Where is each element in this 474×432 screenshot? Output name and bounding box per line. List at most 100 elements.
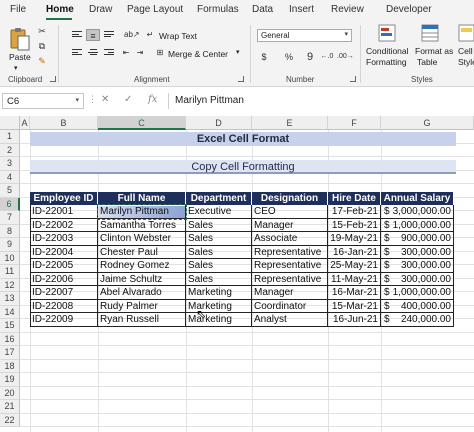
row-header-12[interactable]: 12 [0, 278, 20, 292]
tab-page-layout[interactable]: Page Layout [127, 4, 183, 15]
cell-employee-id[interactable]: ID-22005 [30, 259, 98, 273]
orientation-icon[interactable]: ab↗ [124, 29, 140, 41]
header-annual-salary[interactable]: Annual Salary [381, 192, 454, 205]
format-as-table-button-line2[interactable]: Table [417, 57, 437, 67]
cell-employee-id[interactable]: ID-22007 [30, 286, 98, 300]
cell-annual-salary[interactable]: $400,000.00 [381, 299, 454, 313]
paste-label[interactable]: Paste [9, 52, 31, 62]
cell-designation[interactable]: Coordinator [252, 299, 328, 313]
cell-department[interactable]: Executive [186, 205, 252, 219]
align-top-icon[interactable] [72, 31, 82, 40]
cell-employee-id[interactable]: ID-22009 [30, 313, 98, 327]
cell-department[interactable]: Sales [186, 259, 252, 273]
formula-input[interactable]: Marilyn Pittman [168, 93, 474, 109]
cell-full-name[interactable]: Clinton Webster [98, 232, 186, 246]
row-header-21[interactable]: 21 [0, 400, 20, 414]
tab-home[interactable]: Home [46, 4, 74, 15]
cell-hire-date[interactable]: 25-May-21 [328, 259, 381, 273]
row-header-3[interactable]: 3 [0, 157, 20, 171]
column-header-d[interactable]: D [186, 116, 252, 130]
paste-icon[interactable] [9, 26, 31, 52]
cell-designation[interactable]: Manager [252, 286, 328, 300]
cell-full-name[interactable]: Marilyn Pittman [98, 205, 186, 219]
clipboard-launcher-icon[interactable] [50, 76, 56, 82]
conditional-formatting-button-line2[interactable]: Formatting [366, 57, 407, 67]
cell-hire-date[interactable]: 15-Mar-21 [328, 299, 381, 313]
align-left-icon[interactable] [72, 49, 82, 58]
cell-styles-button-line2[interactable]: Styles [458, 57, 474, 67]
row-header-16[interactable]: 16 [0, 332, 20, 346]
cell-full-name[interactable]: Chester Paul [98, 245, 186, 259]
header-hire-date[interactable]: Hire Date [328, 192, 381, 205]
cell-annual-salary[interactable]: $1,000,000.00 [381, 286, 454, 300]
cell-annual-salary[interactable]: $300,000.00 [381, 272, 454, 286]
cell-employee-id[interactable]: ID-22002 [30, 218, 98, 232]
sheet-subtitle[interactable]: Copy Cell Formatting [30, 160, 456, 174]
column-header-e[interactable]: E [252, 116, 328, 130]
tab-file[interactable]: File [10, 4, 26, 15]
enter-icon[interactable]: ✓ [124, 94, 132, 105]
cell-annual-salary[interactable]: $900,000.00 [381, 232, 454, 246]
row-header-1[interactable]: 1 [0, 130, 20, 144]
column-header-g[interactable]: G [381, 116, 474, 130]
cell-full-name[interactable]: Samantha Torres [98, 218, 186, 232]
cell-annual-salary[interactable]: $3,000,000.00 [381, 205, 454, 219]
row-header-2[interactable]: 2 [0, 143, 20, 157]
row-header-8[interactable]: 8 [0, 224, 20, 238]
header-designation[interactable]: Designation [252, 192, 328, 205]
cell-hire-date[interactable]: 17-Feb-21 [328, 205, 381, 219]
cell-employee-id[interactable]: ID-22003 [30, 232, 98, 246]
cell-full-name[interactable]: Abel Alvarado [98, 286, 186, 300]
cell-hire-date[interactable]: 15-Feb-21 [328, 218, 381, 232]
row-header-19[interactable]: 19 [0, 373, 20, 387]
format-as-table-icon[interactable] [421, 24, 439, 42]
tab-formulas[interactable]: Formulas [197, 4, 239, 15]
decrease-indent-icon[interactable]: ⇤ [120, 47, 132, 59]
cell-annual-salary[interactable]: $300,000.00 [381, 245, 454, 259]
wrap-text-button[interactable]: Wrap Text [159, 31, 197, 41]
cell-styles-icon[interactable] [458, 24, 474, 42]
cell-hire-date[interactable]: 16-Mar-21 [328, 286, 381, 300]
format-painter-icon[interactable]: ✎ [36, 55, 48, 67]
header-full-name[interactable]: Full Name [98, 192, 186, 205]
cell-department[interactable]: Sales [186, 232, 252, 246]
row-header-22[interactable]: 22 [0, 413, 20, 427]
row-header-17[interactable]: 17 [0, 346, 20, 360]
tab-developer[interactable]: Developer [386, 4, 432, 15]
row-header-18[interactable]: 18 [0, 359, 20, 373]
increase-indent-icon[interactable]: ⇥ [134, 47, 146, 59]
cell-hire-date[interactable]: 19-May-21 [328, 232, 381, 246]
cell-department[interactable]: Sales [186, 218, 252, 232]
cell-designation[interactable]: Representative [252, 272, 328, 286]
select-all-corner[interactable] [0, 116, 20, 130]
cell-full-name[interactable]: Rudy Palmer [98, 299, 186, 313]
cell-hire-date[interactable]: 11-May-21 [328, 272, 381, 286]
row-header-13[interactable]: 13 [0, 292, 20, 306]
tab-review[interactable]: Review [331, 4, 364, 15]
cell-designation[interactable]: Manager [252, 218, 328, 232]
cell-employee-id[interactable]: ID-22001 [30, 205, 98, 219]
column-header-a[interactable]: A [20, 116, 30, 130]
cell-full-name[interactable]: Jaime Schultz [98, 272, 186, 286]
insert-function-icon[interactable]: fx [148, 94, 157, 105]
number-format-select[interactable]: General ▾ [257, 29, 352, 42]
cell-hire-date[interactable]: 16-Jan-21 [328, 245, 381, 259]
column-header-c[interactable]: C [98, 116, 186, 130]
header-department[interactable]: Department [186, 192, 252, 205]
align-center-icon[interactable] [88, 49, 98, 58]
decrease-decimal-icon[interactable]: .00→ [337, 51, 354, 63]
conditional-formatting-icon[interactable] [378, 24, 396, 42]
header-employee-id[interactable]: Employee ID [30, 192, 98, 205]
comma-style-icon[interactable]: 9 [304, 51, 316, 63]
cell-department[interactable]: Sales [186, 272, 252, 286]
row-header-4[interactable]: 4 [0, 170, 20, 184]
copy-icon[interactable]: ⧉ [36, 40, 48, 52]
cell-full-name[interactable]: Rodney Gomez [98, 259, 186, 273]
percent-style-icon[interactable]: % [283, 51, 295, 63]
column-header-b[interactable]: B [30, 116, 98, 130]
cell-designation[interactable]: CEO [252, 205, 328, 219]
name-box[interactable]: C6 ▾ [2, 93, 84, 109]
increase-decimal-icon[interactable]: ←.0 [320, 51, 334, 63]
cell-employee-id[interactable]: ID-22006 [30, 272, 98, 286]
row-header-6[interactable]: 6 [0, 197, 20, 211]
